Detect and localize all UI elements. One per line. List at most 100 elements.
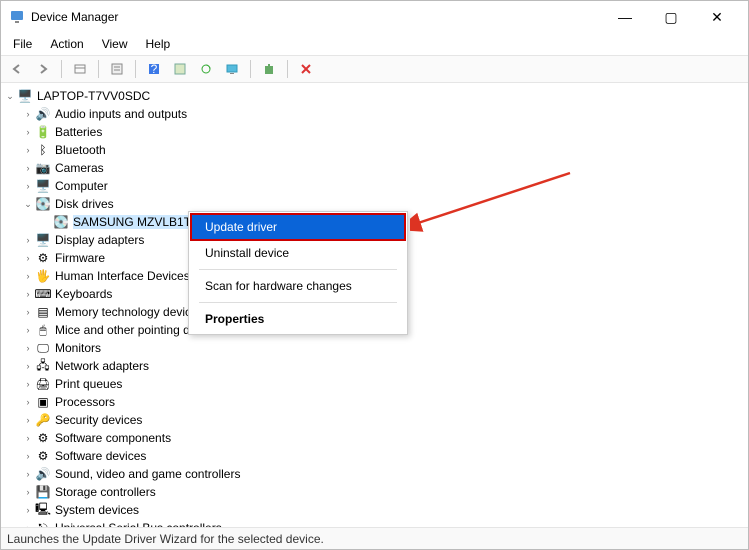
status-text: Launches the Update Driver Wizard for th… [7,532,324,546]
chevron-icon[interactable]: › [21,325,35,335]
toolbar-separator [61,60,62,78]
keyboard-icon: ⌨ [35,286,51,302]
help-button[interactable]: ? [142,58,166,80]
bluetooth-icon: ᛒ [35,142,51,158]
disk-icon: 💽 [53,214,69,230]
menu-help[interactable]: Help [138,35,179,53]
minimize-button[interactable]: — [602,1,648,33]
tree-category[interactable]: ›⚙Software devices [1,447,748,465]
maximize-button[interactable]: ▢ [648,1,694,33]
category-label: System devices [55,503,139,517]
close-button[interactable]: ✕ [694,1,740,33]
chevron-icon[interactable]: › [21,397,35,407]
properties-button[interactable] [105,58,129,80]
uninstall-button[interactable] [294,58,318,80]
chevron-icon[interactable]: › [21,379,35,389]
forward-button[interactable] [31,58,55,80]
chevron-icon[interactable]: › [21,289,35,299]
category-label: Memory technology devices [55,305,204,319]
firmware-icon: ⚙ [35,250,51,266]
back-button[interactable] [5,58,29,80]
chevron-icon[interactable]: › [21,415,35,425]
tree-category[interactable]: ›▣Processors [1,393,748,411]
computer-icon: 🖥️ [17,88,33,104]
monitor-button[interactable] [220,58,244,80]
monitor-icon: 🖵 [35,340,51,356]
ctx-scan-for-hardware-changes[interactable]: Scan for hardware changes [191,273,405,299]
toolbar-separator [287,60,288,78]
mouse-icon: 🖱 [35,322,51,338]
category-label: Storage controllers [55,485,156,499]
toolbar-separator [135,60,136,78]
device-label: SAMSUNG MZVLB1T0 [73,215,198,229]
svg-text:?: ? [151,62,158,76]
category-label: Audio inputs and outputs [55,107,187,121]
chevron-icon[interactable]: › [21,451,35,461]
tree-category[interactable]: ›🖨 Print queues [1,375,748,393]
tree-category[interactable]: ›🖵 Monitors [1,339,748,357]
chevron-icon[interactable]: › [21,235,35,245]
tree-category[interactable]: ›📷Cameras [1,159,748,177]
category-label: Human Interface Devices [55,269,190,283]
tree-category[interactable]: ›🔊Audio inputs and outputs [1,105,748,123]
add-driver-button[interactable] [257,58,281,80]
toolbar-separator [250,60,251,78]
chevron-icon[interactable]: › [21,505,35,515]
update-driver-button[interactable] [168,58,192,80]
usb-icon: ⎋ [35,520,51,527]
statusbar: Launches the Update Driver Wizard for th… [1,527,748,549]
storage-icon: 💾 [35,484,51,500]
context-menu[interactable]: Update driverUninstall device Scan for ha… [188,211,408,335]
category-label: Monitors [55,341,101,355]
chevron-icon[interactable]: › [21,343,35,353]
chevron-icon[interactable]: › [21,487,35,497]
chevron-icon[interactable]: ⌄ [21,199,35,210]
chevron-icon[interactable]: › [21,271,35,281]
cpu-icon: ▣ [35,394,51,410]
chevron-icon[interactable]: › [21,253,35,263]
tree-category[interactable]: ›🖳System devices [1,501,748,519]
tree-category[interactable]: ›🔋Batteries [1,123,748,141]
category-label: Computer [55,179,108,193]
disk-icon: 💽 [35,196,51,212]
category-label: Firmware [55,251,105,265]
tree-category[interactable]: ›🖥️Computer [1,177,748,195]
menu-view[interactable]: View [94,35,136,53]
tree-category[interactable]: ›ᛒ Bluetooth [1,141,748,159]
memory-icon: ▤ [35,304,51,320]
hid-icon: 🖐 [35,268,51,284]
chevron-icon[interactable]: › [21,361,35,371]
ctx-properties[interactable]: Properties [191,306,405,332]
show-hidden-button[interactable] [68,58,92,80]
ctx-uninstall-device[interactable]: Uninstall device [191,240,405,266]
tree-category[interactable]: ›🔊Sound, video and game controllers [1,465,748,483]
chevron-icon[interactable]: › [21,433,35,443]
menubar: File Action View Help [1,33,748,55]
category-label: Print queues [55,377,122,391]
toolbar-separator [98,60,99,78]
chevron-icon[interactable]: › [21,145,35,155]
tree-category[interactable]: ›⚙Software components [1,429,748,447]
category-label: Bluetooth [55,143,106,157]
chevron-icon[interactable]: › [21,307,35,317]
category-label: Cameras [55,161,104,175]
tree-category[interactable]: ›🔑Security devices [1,411,748,429]
menu-action[interactable]: Action [42,35,91,53]
tree-root[interactable]: ⌄🖥️LAPTOP-T7VV0SDC [1,87,748,105]
scan-hardware-button[interactable] [194,58,218,80]
chevron-icon[interactable]: › [21,109,35,119]
menu-file[interactable]: File [5,35,40,53]
chevron-icon[interactable]: › [21,469,35,479]
category-label: Network adapters [55,359,149,373]
chevron-icon[interactable]: › [21,127,35,137]
titlebar: Device Manager — ▢ ✕ [1,1,748,33]
chevron-icon[interactable]: › [21,181,35,191]
tree-category[interactable]: ›🖧Network adapters [1,357,748,375]
tree-category[interactable]: ›⎋Universal Serial Bus controllers [1,519,748,527]
ctx-update-driver[interactable]: Update driver [191,214,405,240]
tree-category[interactable]: ›💾 Storage controllers [1,483,748,501]
category-label: Software components [55,431,171,445]
category-label: Display adapters [55,233,144,247]
chevron-icon[interactable]: › [21,163,35,173]
printer-icon: 🖨 [35,376,51,392]
